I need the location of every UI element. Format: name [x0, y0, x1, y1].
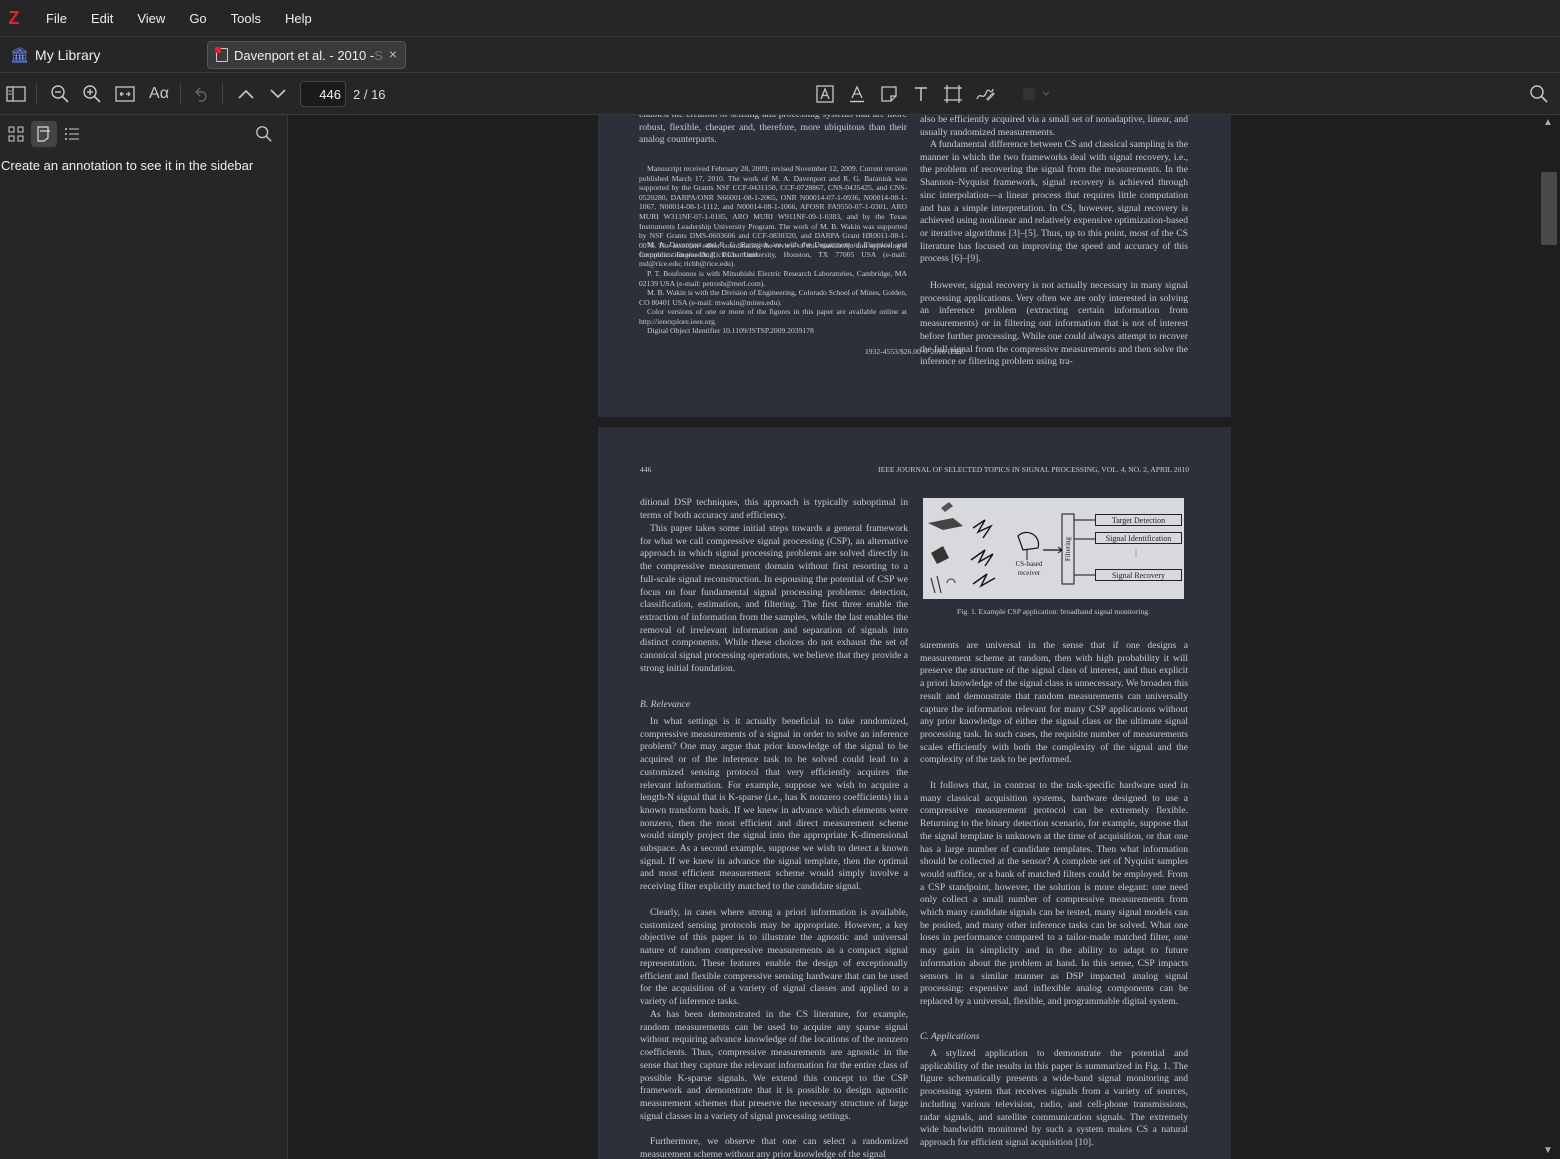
annotations-view-icon[interactable]	[31, 121, 57, 147]
thumbnails-icon[interactable]	[3, 121, 29, 147]
page2-right-p2: It follows that, in contrast to the task…	[920, 780, 1188, 1007]
tab-my-library[interactable]: 🏛︎ My Library	[0, 37, 205, 73]
pdf-page-1: enabled the creation of sensing and proc…	[598, 115, 1231, 417]
page2-running-header: IEEE JOURNAL OF SELECTED TOPICS IN SIGNA…	[878, 465, 1189, 474]
reader-toolbar: Aα 2 / 16	[0, 73, 1560, 115]
page2-heading-b: B. Relevance	[640, 699, 691, 710]
close-tab-icon[interactable]: ×	[389, 46, 397, 62]
zoom-out-icon[interactable]	[48, 82, 72, 106]
scrollbar-thumb[interactable]	[1541, 172, 1557, 245]
page1-footnote-5: Color versions of one or more of the fig…	[639, 307, 907, 326]
text-icon[interactable]	[909, 82, 933, 106]
tab-bar: 🏛︎ My Library Davenport et al. - 2010 - …	[0, 37, 1560, 73]
tab-document-label: Davenport et al. - 2010 -	[234, 47, 375, 63]
underline-icon[interactable]	[845, 82, 869, 106]
menu-edit[interactable]: Edit	[79, 11, 125, 26]
figure-label-signal-recovery: Signal Recovery	[1095, 569, 1182, 581]
next-page-icon[interactable]	[266, 82, 290, 106]
sidebar-toggle-icon[interactable]	[4, 82, 28, 106]
zotero-logo: Z	[8, 7, 20, 28]
toolbar-separator	[222, 83, 223, 105]
page1-left-text: enabled the creation of sensing and proc…	[639, 115, 907, 146]
figure-label-signal-identification: Signal Identification	[1095, 532, 1182, 544]
zoom-in-icon[interactable]	[80, 82, 104, 106]
pdf-page-2: 446 IEEE JOURNAL OF SELECTED TOPICS IN S…	[598, 427, 1231, 1159]
menu-bar: Z File Edit View Go Tools Help	[0, 0, 1560, 37]
toolbar-separator	[180, 83, 181, 105]
figure-filtering-block: Filtering	[1061, 516, 1075, 582]
figure-label-filtering: Filtering	[1064, 536, 1072, 562]
note-icon[interactable]	[877, 82, 901, 106]
page1-right-p1: also be efficiently acquired via a small…	[920, 115, 1188, 138]
page2-page-number: 446	[640, 465, 652, 474]
menu-tools[interactable]: Tools	[219, 11, 273, 26]
scroll-down-icon[interactable]: ▼	[1543, 1145, 1553, 1156]
page1-right-p2: A fundamental difference between CS and …	[920, 139, 1188, 265]
tab-document-label-fade: S	[374, 47, 383, 63]
page2-left-p1: ditional DSP techniques, this approach i…	[640, 497, 908, 521]
page2-left-p3: In what settings is it actually benefici…	[640, 716, 908, 893]
sidebar-empty-message: Create an annotation to see it in the si…	[1, 158, 254, 173]
color-icon[interactable]	[1019, 82, 1055, 106]
appearance-icon[interactable]: Aα	[145, 82, 173, 106]
page2-right-p1: surements are universal in the sense tha…	[920, 640, 1188, 766]
undo-icon[interactable]	[190, 82, 214, 106]
figure-label-receiver: CS-based receiver	[1015, 560, 1043, 577]
menu-help[interactable]: Help	[273, 11, 324, 26]
sidebar-search-icon[interactable]	[251, 121, 277, 147]
fit-width-icon[interactable]	[113, 82, 137, 106]
highlight-icon[interactable]	[813, 82, 837, 106]
svg-text:⋮: ⋮	[1132, 549, 1140, 558]
menu-go[interactable]: Go	[177, 11, 218, 26]
library-icon: 🏛︎	[10, 47, 30, 64]
annotations-sidebar: Create an annotation to see it in the si…	[0, 115, 288, 1159]
figure-label-target-detection: Target Detection	[1095, 514, 1182, 526]
ink-icon[interactable]	[973, 82, 997, 106]
toolbar-separator	[36, 83, 37, 105]
page2-left-p2: This paper takes some initial steps towa…	[640, 523, 909, 674]
page1-footnote-3: P. T. Boufounos is with Mitsubishi Elect…	[639, 269, 907, 288]
page-number-input[interactable]	[300, 81, 346, 107]
scroll-up-icon[interactable]: ▲	[1543, 117, 1553, 128]
pdf-viewer[interactable]: enabled the creation of sensing and proc…	[289, 115, 1541, 1159]
page2-left-p5: As has been demonstrated in the CS liter…	[640, 1009, 908, 1122]
previous-page-icon[interactable]	[234, 82, 258, 106]
tab-document[interactable]: Davenport et al. - 2010 - S ×	[207, 41, 406, 69]
menu-file[interactable]: File	[34, 11, 79, 26]
tab-my-library-label: My Library	[35, 47, 101, 63]
figure-1: ⋮ Target Detection Signal Identification…	[923, 498, 1184, 599]
viewer-scrollbar[interactable]	[1541, 115, 1560, 1159]
menu-view[interactable]: View	[125, 11, 177, 26]
page1-footnote-6: Digital Object Identifier 10.1109/JSTSP.…	[647, 326, 814, 335]
page1-footnote-4: M. B. Wakin is with the Division of Engi…	[639, 288, 907, 307]
page2-heading-c: C. Applications	[920, 1031, 980, 1042]
figure-1-caption: Fig. 1. Example CSP application: broadba…	[957, 607, 1150, 616]
outline-icon[interactable]	[59, 121, 85, 147]
page2-left-p4: Clearly, in cases where strong a priori …	[640, 907, 908, 1007]
page1-copyright: 1932-4553/$26.00 © 2010 IEEE	[865, 347, 964, 356]
page-count: 2 / 16	[353, 87, 386, 102]
area-icon[interactable]	[941, 82, 965, 106]
page1-footnote-2: M. A. Davenport and R. G. Baraniuk are w…	[639, 240, 907, 269]
search-icon[interactable]	[1527, 82, 1551, 106]
page2-left-p6: Furthermore, we observe that one can sel…	[640, 1136, 908, 1159]
pdf-icon	[215, 47, 228, 62]
page2-right-p3: A stylized application to demonstrate th…	[920, 1048, 1188, 1148]
